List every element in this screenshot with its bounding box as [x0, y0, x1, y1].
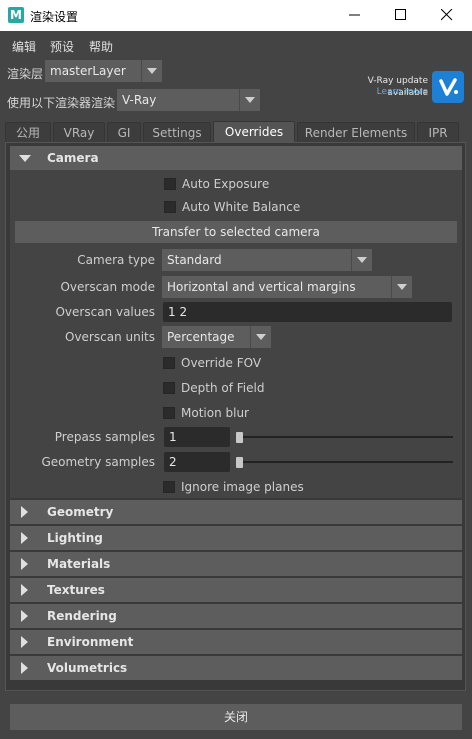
prepass-samples-slider-handle[interactable] — [236, 432, 243, 443]
vray-learn-more-link[interactable]: Learn more — [336, 87, 428, 97]
render-layer-value: masterLayer — [50, 64, 126, 78]
tab-render-elements[interactable]: Render Elements — [297, 122, 415, 142]
section-lighting-header[interactable]: Lighting — [10, 526, 462, 550]
chevron-down-icon — [351, 249, 372, 271]
chevron-down-icon — [391, 276, 412, 298]
section-volumetrics-header[interactable]: Volumetrics — [10, 656, 462, 680]
prepass-samples-slider-track[interactable] — [236, 436, 453, 438]
override-fov-checkbox[interactable] — [163, 357, 175, 369]
section-lighting-title: Lighting — [47, 531, 103, 545]
ignore-image-planes-checkbox[interactable] — [163, 481, 175, 493]
section-textures-header[interactable]: Textures — [10, 578, 462, 602]
close-button[interactable]: 关闭 — [10, 704, 462, 730]
tab-common[interactable]: 公用 — [5, 122, 51, 142]
motion-blur-label: Motion blur — [181, 406, 249, 420]
depth-of-field-checkbox[interactable] — [163, 382, 175, 394]
maya-app-icon: M — [8, 7, 24, 23]
renderer-value: V-Ray — [122, 93, 157, 107]
overscan-mode-value: Horizontal and vertical margins — [167, 280, 356, 294]
section-volumetrics-title: Volumetrics — [47, 661, 128, 675]
overscan-units-dropdown[interactable]: Percentage — [162, 326, 271, 348]
menu-bar: 编辑 预设 帮助 — [0, 31, 472, 58]
overscan-mode-dropdown[interactable]: Horizontal and vertical margins — [162, 276, 412, 298]
chevron-down-icon — [250, 326, 271, 348]
vray-logo-icon[interactable] — [432, 71, 464, 103]
overscan-mode-label: Overscan mode — [60, 280, 155, 294]
tab-overrides[interactable]: Overrides — [213, 121, 295, 142]
section-materials-header[interactable]: Materials — [10, 552, 462, 576]
collapsed-triangle-icon — [21, 506, 28, 518]
section-camera-title: Camera — [47, 151, 99, 165]
section-environment-header[interactable]: Environment — [10, 630, 462, 654]
section-geometry-title: Geometry — [47, 505, 114, 519]
renderer-dropdown[interactable]: V-Ray — [117, 89, 260, 111]
geometry-samples-label: Geometry samples — [41, 455, 155, 469]
camera-type-dropdown[interactable]: Standard — [162, 249, 372, 271]
auto-exposure-checkbox[interactable] — [164, 178, 176, 190]
prepass-samples-field[interactable]: 1 — [164, 427, 230, 447]
collapsed-triangle-icon — [21, 662, 28, 674]
overscan-units-label: Overscan units — [65, 330, 155, 344]
section-materials-title: Materials — [47, 557, 111, 571]
render-layer-dropdown[interactable]: masterLayer — [45, 60, 162, 82]
ignore-image-planes-label: Ignore image planes — [181, 480, 304, 494]
minimize-button[interactable] — [332, 0, 378, 31]
collapsed-triangle-icon — [21, 558, 28, 570]
settings-tabs: 公用 VRay GI Settings Overrides Render Ele… — [5, 121, 465, 142]
collapsed-triangle-icon — [21, 532, 28, 544]
depth-of-field-label: Depth of Field — [181, 381, 265, 395]
renderer-label: 使用以下渲染器渲染 — [7, 96, 116, 110]
collapsed-triangle-icon — [21, 584, 28, 596]
transfer-to-camera-button[interactable]: Transfer to selected camera — [15, 221, 457, 243]
close-window-button[interactable] — [424, 0, 470, 31]
window-title: 渲染设置 — [30, 10, 79, 24]
menu-edit[interactable]: 编辑 — [12, 38, 36, 55]
section-rendering-header[interactable]: Rendering — [10, 604, 462, 628]
camera-type-value: Standard — [167, 253, 222, 267]
vray-v-glyph — [439, 78, 458, 96]
overscan-units-value: Percentage — [167, 330, 235, 344]
section-camera-header[interactable]: Camera — [10, 146, 462, 170]
close-icon — [441, 9, 453, 21]
geometry-samples-slider-handle[interactable] — [236, 457, 243, 468]
section-geometry-header[interactable]: Geometry — [10, 500, 462, 524]
section-textures-title: Textures — [47, 583, 105, 597]
tab-vray[interactable]: VRay — [53, 122, 105, 142]
motion-blur-checkbox[interactable] — [163, 407, 175, 419]
chevron-down-icon — [141, 60, 162, 82]
auto-white-balance-label: Auto White Balance — [182, 200, 301, 214]
geometry-samples-slider-track[interactable] — [236, 461, 453, 463]
override-fov-label: Override FOV — [181, 356, 262, 370]
expanded-triangle-icon — [19, 155, 31, 162]
tab-settings[interactable]: Settings — [143, 122, 211, 142]
overscan-values-label: Overscan values — [55, 305, 155, 319]
camera-type-label: Camera type — [77, 253, 155, 267]
menu-presets[interactable]: 预设 — [50, 38, 74, 55]
collapsed-triangle-icon — [21, 610, 28, 622]
section-environment-title: Environment — [47, 635, 134, 649]
minimize-icon — [349, 14, 360, 16]
title-bar: M 渲染设置 — [0, 0, 472, 31]
overscan-values-field[interactable]: 1 2 — [163, 302, 452, 322]
tab-gi[interactable]: GI — [107, 122, 141, 142]
tab-ipr[interactable]: IPR — [417, 122, 459, 142]
auto-exposure-label: Auto Exposure — [182, 177, 270, 191]
maximize-button[interactable] — [378, 0, 424, 31]
menu-help[interactable]: 帮助 — [89, 38, 113, 55]
collapsed-triangle-icon — [21, 636, 28, 648]
chevron-down-icon — [239, 89, 260, 111]
maximize-icon — [395, 9, 406, 20]
prepass-samples-label: Prepass samples — [54, 430, 155, 444]
geometry-samples-field[interactable]: 2 — [164, 452, 230, 472]
auto-white-balance-checkbox[interactable] — [164, 201, 176, 213]
app-icon-letter: M — [10, 8, 22, 22]
section-rendering-title: Rendering — [47, 609, 117, 623]
render-layer-label: 渲染层 — [7, 67, 44, 81]
